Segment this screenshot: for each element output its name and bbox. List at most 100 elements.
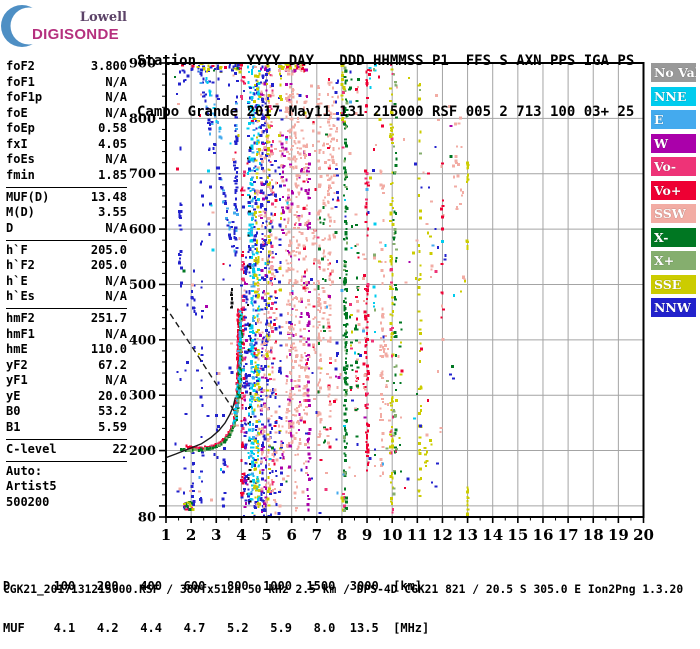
axis-tick-label: 19 [608,526,629,544]
axis-tick-label: 10 [382,526,403,544]
axis-tick-label: 2 [186,526,196,544]
param-label: h`F2 [6,258,35,272]
param-value: N/A [105,373,127,387]
param-row-yf2: yF2 67.2 [6,358,127,374]
param-value: 4.05 [98,136,127,151]
param-label: C-level [6,441,57,456]
param-value: 251.7 [90,311,127,325]
legend-item-ssw: SSW [651,204,696,223]
axis-tick-label: 1 [161,526,171,544]
header-block: Station YYYY DAY DDD HHMMSS P1 FFS S AXN… [137,19,634,138]
param-row-fof1p: foF1p N/A [6,90,127,106]
param-row-clevel: C-level 22 [6,442,127,458]
axis-tick-label: 300 [129,389,156,404]
param-row-yf1: yF1 N/A [6,373,127,389]
param-row-hf2: h`F2 205.0 [6,258,127,274]
param-value: 110.0 [90,342,127,356]
header-column-titles: Station YYYY DAY DDD HHMMSS P1 FFS S AXN… [137,53,635,69]
param-row-hme: hmE 110.0 [6,342,127,358]
param-row-artist5: Artist5 [6,479,127,495]
param-row-mufd: MUF(D) 13.48 [6,190,127,206]
legend-item-sse: SSE [651,274,696,294]
axis-tick-label: 13 [457,526,478,544]
param-label: hmF2 [6,311,35,325]
param-value: 0.58 [98,121,127,135]
param-value: 67.2 [98,357,127,372]
panel-separator [6,308,127,309]
param-label: foEp [6,121,35,135]
param-value: N/A [105,105,127,120]
param-label: fmin [6,167,35,182]
param-value: 1.85 [98,167,127,182]
legend-item-nnw: NNW [651,298,696,317]
param-row-md: M(D) 3.55 [6,205,127,221]
param-label: MUF(D) [6,189,50,204]
param-label: foEs [6,152,35,166]
param-value: N/A [105,74,127,89]
param-value: N/A [105,90,127,104]
axis-tick-label: 3 [211,526,221,544]
param-label: foE [6,105,28,120]
legend-item-vop: Vo+ [651,180,696,200]
legend-item-vom: Vo- [651,157,696,176]
panel-separator [6,438,127,440]
param-row-ye: yE 20.0 [6,389,127,405]
legend: No Val NNE E W Vo- Vo+ SSW X- X+ SSE NNW [651,63,696,322]
param-row-fxi: fxI 4.05 [6,137,127,153]
param-value: N/A [105,220,127,235]
axis-tick-label: 17 [558,526,579,544]
param-row-fmin: fmin 1.85 [6,168,127,184]
legend-item-w: W [651,133,696,153]
param-row-fof2: foF2 3.800 [6,59,127,75]
trace-lines-layer [166,306,237,459]
param-value: N/A [105,326,127,341]
param-row-d: D N/A [6,221,127,237]
legend-item-nne: NNE [651,86,696,106]
param-row-auto: Auto: [6,464,127,480]
axis-tick-label: 12 [432,526,453,544]
param-label: hmE [6,342,28,356]
param-label: hmF1 [6,326,35,341]
param-value: 5.59 [98,419,127,434]
param-row-b1: B1 5.59 [6,420,127,436]
param-value: N/A [105,152,127,166]
param-label: foF2 [6,59,35,73]
axis-tick-label: 5 [261,526,271,544]
axis-tick-label: 9 [362,526,372,544]
logo-digisonde-text: DIGISONDE [32,26,119,43]
param-row-hf: h`F 205.0 [6,243,127,259]
header-station-values: Campo Grande 2017 May11 131 215000 RSF 0… [137,104,635,120]
axis-tick-label: 6 [286,526,296,544]
axis-tick-label: 8 [337,526,347,544]
param-row-hes: h`Es N/A [6,289,127,305]
param-label: foF1p [6,90,43,104]
param-value: 3.800 [90,59,127,73]
axis-tick-label: 500 [129,278,156,293]
axis-tick-label: 700 [129,167,156,182]
axis-tick-label: 16 [533,526,554,544]
ionogram-app: { "logo": {"line1": "Lowell", "line2": "… [0,0,700,635]
param-value: N/A [105,273,127,288]
axis-tick-label: 7 [312,526,322,544]
param-label: M(D) [6,205,35,219]
param-label: Auto: [6,463,43,478]
param-row-he: h`E N/A [6,274,127,290]
legend-item-xm: X- [651,227,696,247]
axis-tick-label: 80 [138,511,156,526]
param-label: 500200 [6,494,50,509]
param-value: 20.0 [98,388,127,403]
param-value: 205.0 [90,242,127,257]
param-value: N/A [105,289,127,303]
param-label: D [6,220,14,235]
param-row-fof1: foF1 N/A [6,75,127,91]
param-label: fxI [6,136,28,151]
panel-separator [6,239,127,241]
axis-tick-label: 600 [129,223,156,238]
footer-status-line: CGK21_2017131215000.RSF / 380fx512h 50 k… [3,583,684,596]
param-row-hmf2: hmF2 251.7 [6,311,127,327]
legend-item-xp: X+ [651,251,696,270]
param-row-hmf1: hmF1 N/A [6,327,127,343]
legend-item-e: E [651,110,696,129]
logo-lowell-text: Lowell [79,10,127,25]
legend-item-noval: No Val [651,63,696,82]
